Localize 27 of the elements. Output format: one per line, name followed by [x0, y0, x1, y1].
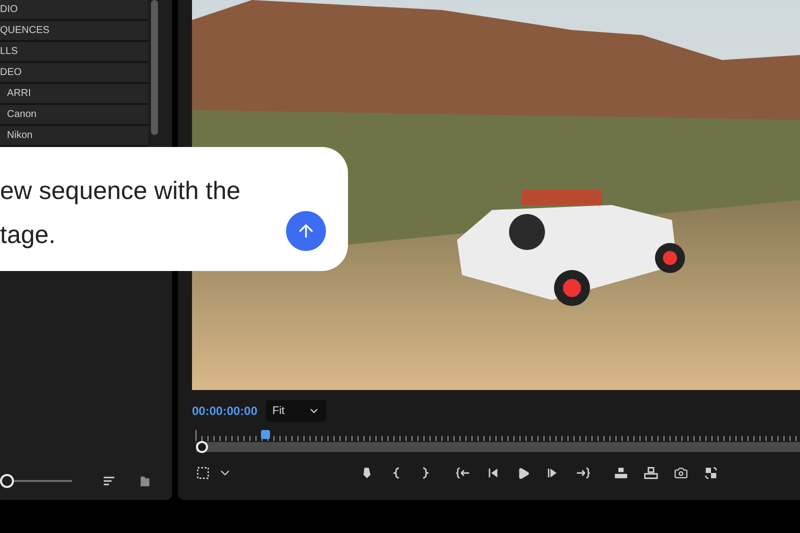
- marquee-icon: [196, 466, 210, 480]
- step-back-icon: [486, 466, 500, 480]
- zoom-dropdown[interactable]: Fit: [266, 400, 326, 422]
- bin-icon: [138, 474, 152, 488]
- prompt-text: ew sequence with the tage.: [0, 176, 242, 251]
- scrub-thumb[interactable]: [196, 441, 208, 453]
- timecode: 00:00:00:00: [192, 404, 258, 418]
- bin-item[interactable]: Nikon: [0, 126, 148, 147]
- insert-icon: [614, 466, 628, 480]
- bin-item[interactable]: ARRI: [0, 84, 148, 105]
- lines-icon: [102, 474, 116, 488]
- bin-item[interactable]: QUENCES: [0, 21, 148, 42]
- bin-item[interactable]: Canon: [0, 105, 148, 126]
- go-to-in-icon: [456, 466, 470, 480]
- bin-item[interactable]: LLS: [0, 42, 148, 63]
- bin-item[interactable]: DIO: [0, 0, 148, 21]
- slider-thumb[interactable]: [0, 474, 14, 488]
- scrollbar[interactable]: [151, 0, 158, 135]
- compare-icon[interactable]: [702, 464, 720, 482]
- send-button[interactable]: [286, 211, 326, 251]
- compare-icon: [704, 466, 718, 480]
- go-to-out-icon: [576, 466, 590, 480]
- bin-item[interactable]: DEO: [0, 63, 148, 84]
- playhead[interactable]: [260, 430, 270, 439]
- marquee-icon[interactable]: [194, 464, 212, 482]
- overwrite-icon[interactable]: [642, 464, 660, 482]
- overwrite-icon: [644, 466, 658, 480]
